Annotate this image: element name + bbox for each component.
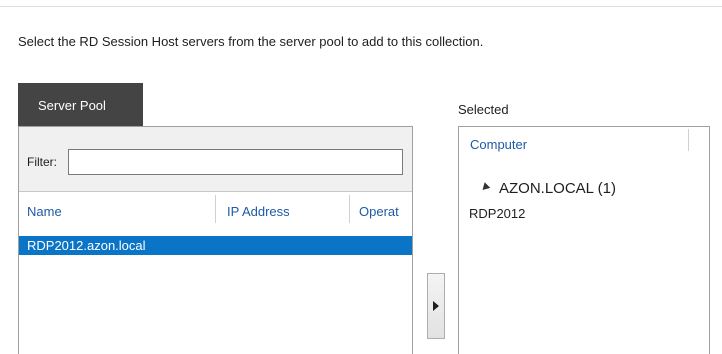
group-row[interactable]: AZON.LOCAL (1): [479, 180, 616, 197]
filter-label: Filter:: [27, 155, 57, 169]
instructions-text: Select the RD Session Host servers from …: [18, 34, 484, 49]
filter-bar: Filter:: [19, 127, 412, 192]
column-header-name[interactable]: Name: [27, 204, 62, 219]
play-arrow-icon: [433, 301, 439, 311]
top-divider: [0, 6, 722, 7]
column-divider[interactable]: [215, 195, 216, 223]
collapse-triangle-icon[interactable]: [479, 181, 491, 193]
server-pool-panel: Filter: Name IP Address Operat RDP2012.a…: [18, 126, 413, 354]
tab-server-pool[interactable]: Server Pool: [18, 83, 143, 126]
column-divider[interactable]: [349, 195, 350, 223]
rd-session-host-selection: Select the RD Session Host servers from …: [0, 0, 722, 354]
selected-panel: Computer AZON.LOCAL (1) RDP2012: [458, 126, 710, 354]
add-to-selected-button[interactable]: [427, 273, 445, 339]
table-row[interactable]: RDP2012.azon.local: [19, 236, 412, 255]
list-item[interactable]: RDP2012: [469, 206, 525, 221]
column-header-ip-address[interactable]: IP Address: [227, 204, 290, 219]
column-header-computer[interactable]: Computer: [470, 137, 527, 152]
filter-input[interactable]: [68, 149, 403, 175]
row-name-cell: RDP2012.azon.local: [27, 238, 146, 253]
column-divider[interactable]: [688, 129, 689, 151]
column-header-operating-system[interactable]: Operat: [359, 204, 412, 219]
group-label: AZON.LOCAL (1): [499, 180, 616, 197]
selected-title: Selected: [458, 102, 509, 117]
